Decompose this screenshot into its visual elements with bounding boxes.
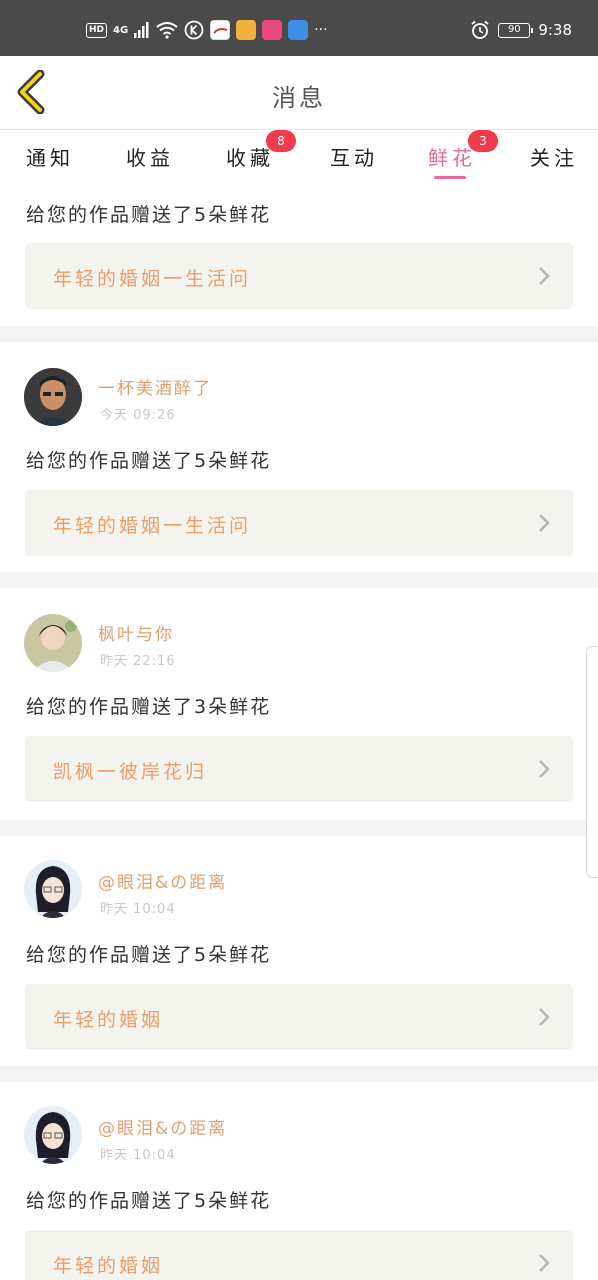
game-app-icon <box>288 20 309 40</box>
list-item: @眼泪&の距离 昨天 10:04 给您的作品赠送了5朵鲜花 年轻的婚姻 <box>0 836 598 1066</box>
list-item: 枫叶与你 昨天 22:16 给您的作品赠送了3朵鲜花 凯枫一彼岸花归 <box>0 588 598 820</box>
wifi-icon <box>156 22 178 39</box>
divider <box>0 572 598 588</box>
tab-earnings[interactable]: 收益 <box>126 142 174 171</box>
message-text: 给您的作品赠送了5朵鲜花 <box>26 944 272 966</box>
unread-badge: 3 <box>468 130 498 152</box>
news-app-icon <box>210 20 231 40</box>
work-title: 年轻的婚姻一生活问 <box>53 268 252 290</box>
alarm-icon <box>471 20 489 39</box>
clock: 9:38 <box>538 21 572 39</box>
battery-icon: 90 <box>498 22 534 38</box>
work-link[interactable]: 年轻的婚姻一生活问 <box>25 490 573 556</box>
user-name[interactable]: 一杯美酒醉了 <box>98 374 212 399</box>
tab-interactions[interactable]: 互动 <box>330 142 378 171</box>
tab-label: 收益 <box>126 146 174 170</box>
page-title: 消息 <box>272 84 326 112</box>
status-bar: HD 4G ··· 90 9:38 <box>0 0 598 56</box>
work-link[interactable]: 年轻的婚姻一生活问 <box>25 243 573 309</box>
tab-label: 关注 <box>530 146 578 170</box>
timestamp: 昨天 10:04 <box>100 1148 176 1163</box>
work-link[interactable]: 凯枫一彼岸花归 <box>25 736 573 802</box>
pink-app-icon <box>262 20 283 40</box>
more-notifications: ··· <box>314 22 328 38</box>
tab-following[interactable]: 关注 <box>530 142 578 171</box>
timestamp: 昨天 10:04 <box>100 902 176 917</box>
tab-notifications[interactable]: 通知 <box>26 142 74 171</box>
unread-badge: 8 <box>266 130 296 152</box>
divider <box>0 820 598 836</box>
avatar[interactable] <box>24 1106 82 1164</box>
network-type: 4G <box>113 24 129 36</box>
user-name[interactable]: @眼泪&の距离 <box>98 868 227 893</box>
list-item: 一杯美酒醉了 今天 09:26 给您的作品赠送了5朵鲜花 年轻的婚姻一生活问 <box>0 342 598 572</box>
timestamp: 今天 09:26 <box>100 408 176 423</box>
work-link[interactable]: 年轻的婚姻 <box>25 1230 573 1280</box>
chevron-right-icon <box>539 760 550 778</box>
chevron-right-icon <box>539 1254 550 1272</box>
work-title: 年轻的婚姻一生活问 <box>53 515 252 537</box>
scrollbar[interactable] <box>586 646 598 878</box>
yellow-app-icon <box>236 20 257 40</box>
list-item: 给您的作品赠送了5朵鲜花 年轻的婚姻一生活问 <box>0 182 598 326</box>
k-app-icon <box>184 20 204 40</box>
tab-favorites[interactable]: 收藏 8 <box>226 130 296 171</box>
chevron-right-icon <box>539 514 550 532</box>
avatar[interactable] <box>24 614 82 672</box>
avatar[interactable] <box>24 860 82 918</box>
tab-flowers[interactable]: 鲜花 3 <box>428 130 498 171</box>
user-name[interactable]: 枫叶与你 <box>98 620 174 645</box>
message-text: 给您的作品赠送了5朵鲜花 <box>26 1190 272 1212</box>
tab-label: 收藏 <box>226 146 274 170</box>
tab-label: 通知 <box>26 146 74 170</box>
message-tabs: 通知 收益 收藏 8 互动 鲜花 3 关注 <box>0 130 598 182</box>
signal-icon <box>134 22 149 38</box>
active-tab-indicator <box>434 176 466 179</box>
hd-indicator: HD <box>86 22 108 38</box>
divider <box>0 1066 598 1082</box>
tab-label: 鲜花 <box>428 146 476 170</box>
divider <box>0 326 598 342</box>
work-link[interactable]: 年轻的婚姻 <box>25 984 573 1050</box>
app-header: 消息 <box>0 56 598 130</box>
message-text: 给您的作品赠送了3朵鲜花 <box>26 696 272 718</box>
timestamp: 昨天 22:16 <box>100 654 176 669</box>
message-text: 给您的作品赠送了5朵鲜花 <box>26 450 272 472</box>
work-title: 年轻的婚姻 <box>53 1009 164 1031</box>
work-title: 凯枫一彼岸花归 <box>53 761 208 783</box>
list-item: @眼泪&の距离 昨天 10:04 给您的作品赠送了5朵鲜花 年轻的婚姻 <box>0 1082 598 1280</box>
tab-label: 互动 <box>330 146 378 170</box>
chevron-right-icon <box>539 267 550 285</box>
avatar[interactable] <box>24 368 82 426</box>
message-text: 给您的作品赠送了5朵鲜花 <box>26 204 272 226</box>
chevron-right-icon <box>539 1008 550 1026</box>
user-name[interactable]: @眼泪&の距离 <box>98 1114 227 1139</box>
work-title: 年轻的婚姻 <box>53 1255 164 1277</box>
